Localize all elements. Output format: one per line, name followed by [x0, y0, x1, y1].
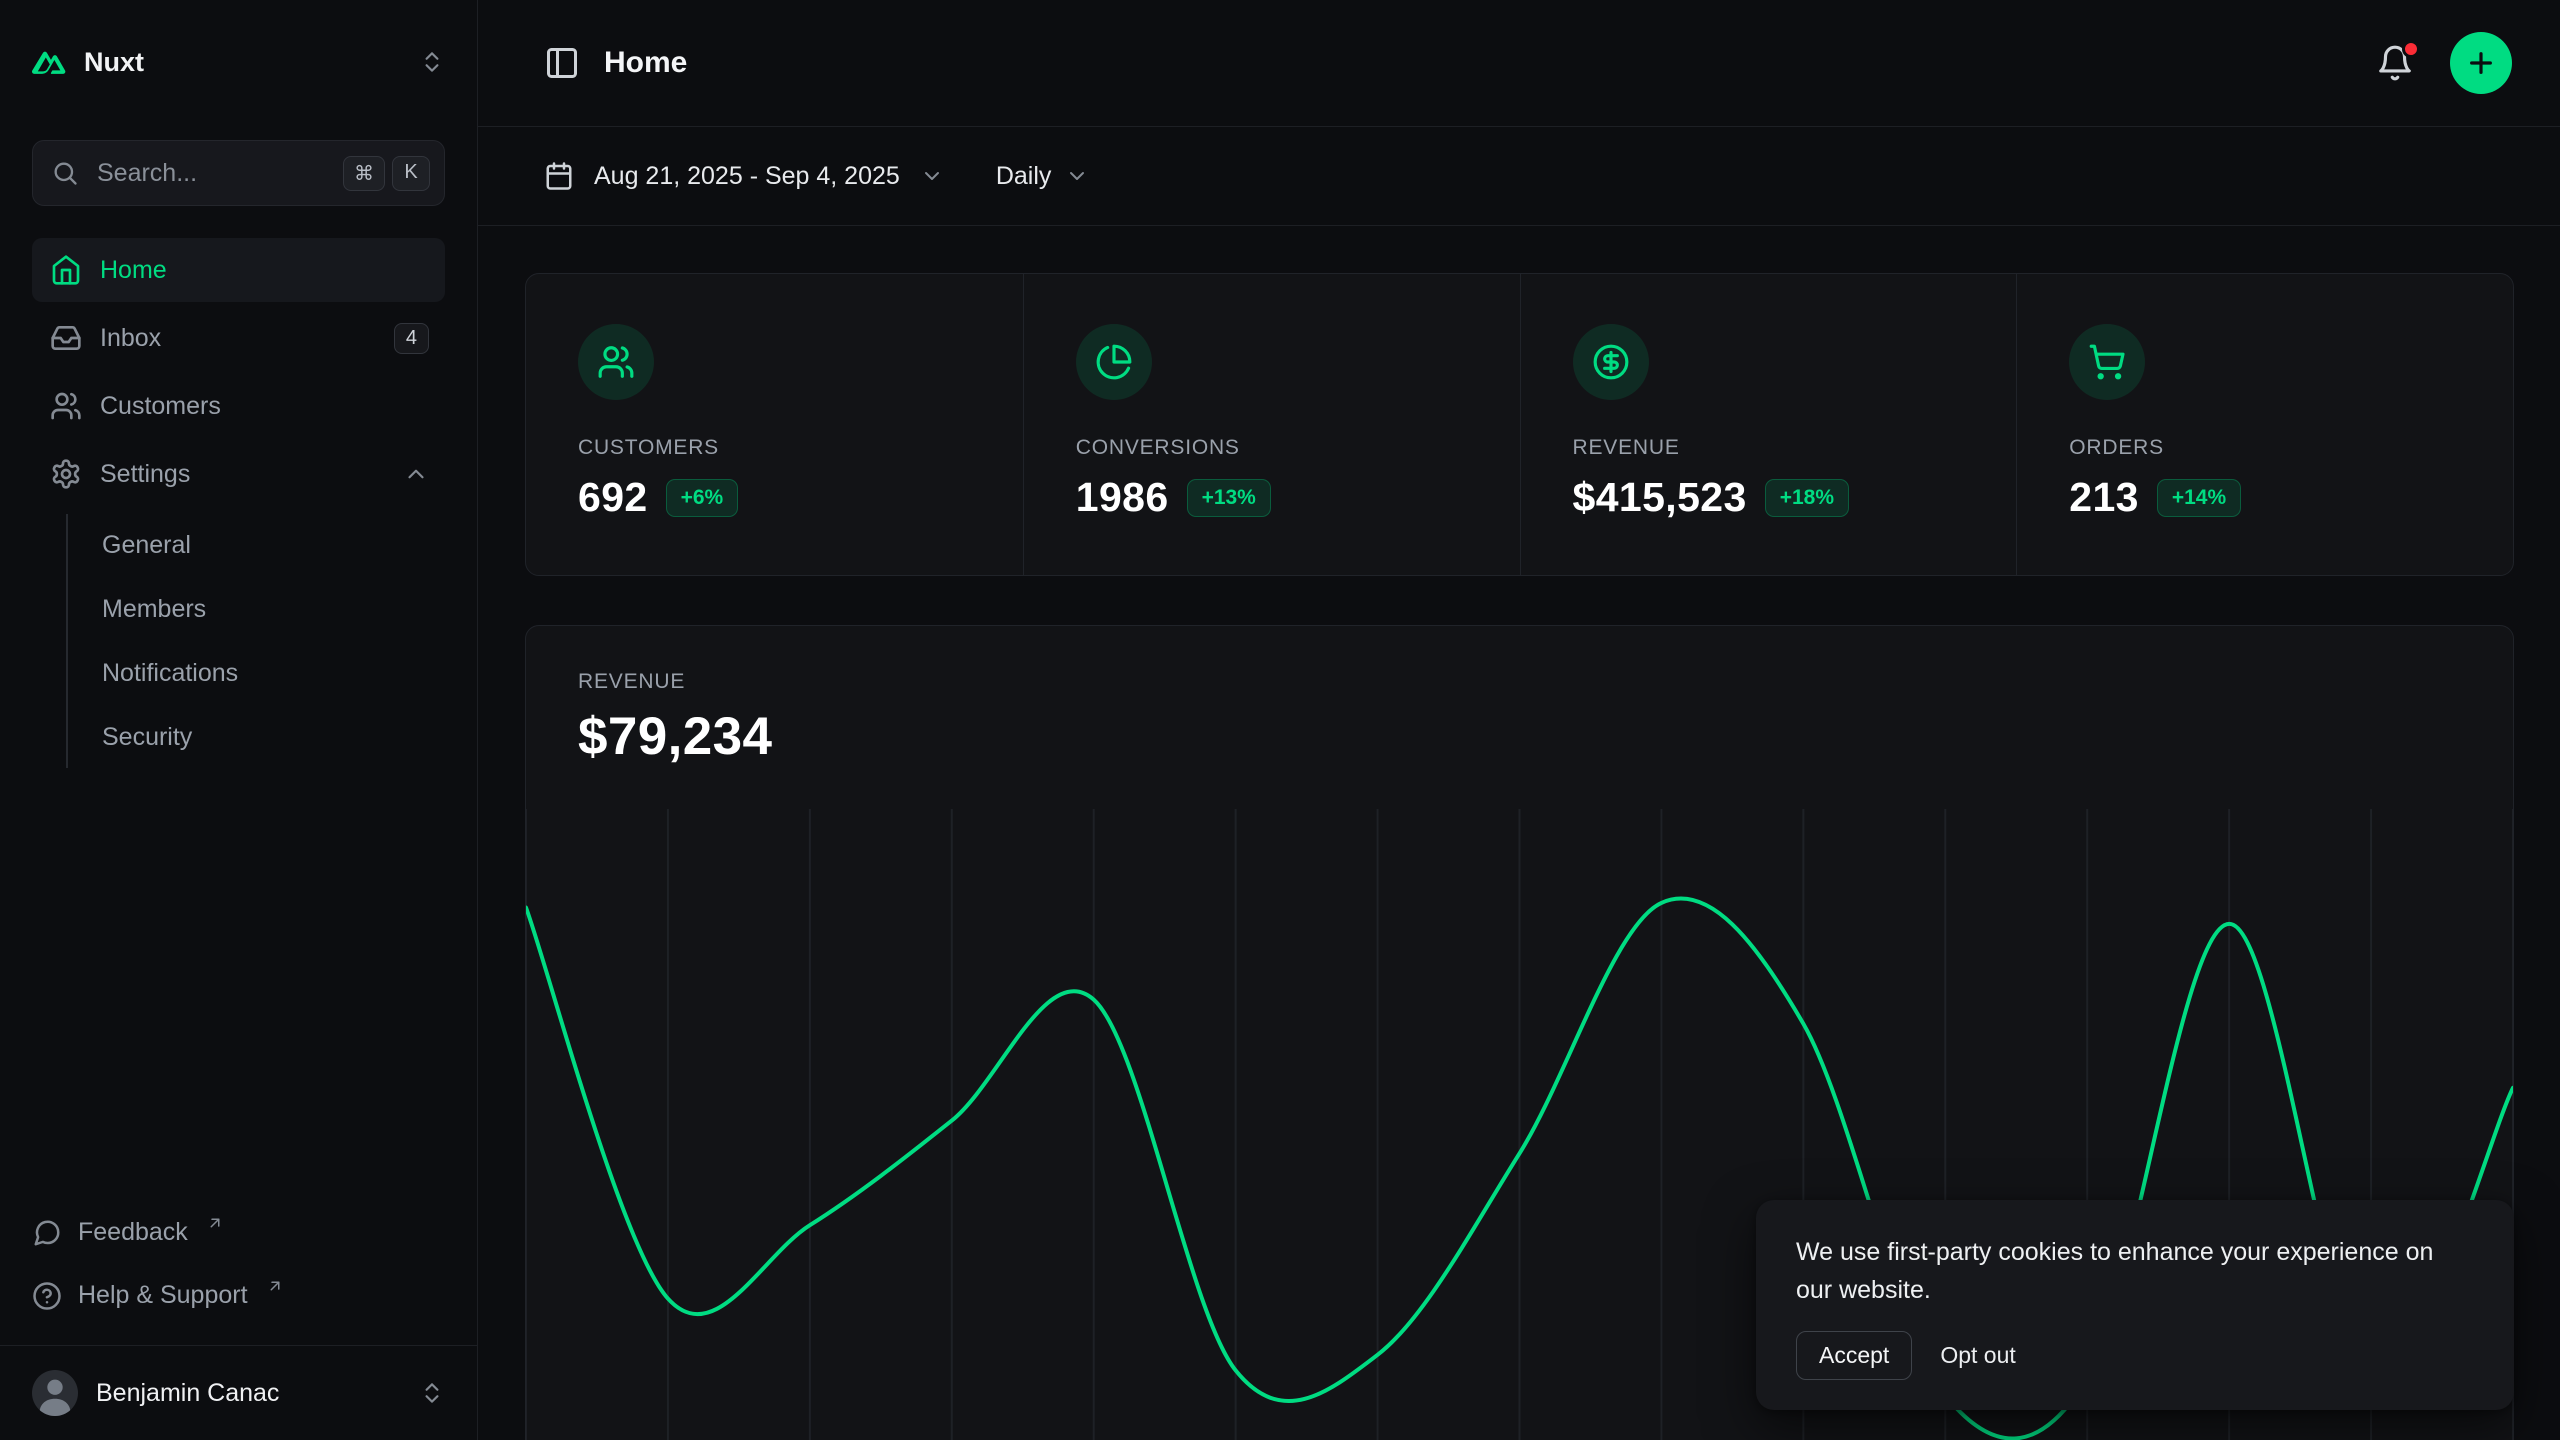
stat-delta-badge: +6% — [666, 479, 739, 517]
stat-value: 213 — [2069, 474, 2139, 521]
user-menu[interactable]: Benjamin Canac — [0, 1345, 477, 1440]
date-range-value: Aug 21, 2025 - Sep 4, 2025 — [594, 162, 900, 191]
home-icon — [50, 254, 82, 286]
sidebar-item-general[interactable]: General — [94, 514, 445, 576]
settings-submenu: General Members Notifications Security — [66, 514, 445, 768]
sidebar-top: Nuxt Search... ⌘ K Home — [0, 0, 477, 774]
help-circle-icon — [32, 1281, 62, 1311]
revenue-chart-value: $79,234 — [578, 706, 2513, 767]
sidebar-item-inbox[interactable]: Inbox 4 — [32, 306, 445, 370]
chevrons-up-down-icon — [419, 49, 445, 75]
external-link-icon — [266, 1277, 284, 1295]
date-range-picker[interactable]: Aug 21, 2025 - Sep 4, 2025 — [544, 161, 944, 191]
sidebar-nav: Home Inbox 4 Customers — [32, 238, 445, 774]
help-support-link[interactable]: Help & Support — [32, 1264, 445, 1327]
user-name: Benjamin Canac — [96, 1379, 279, 1408]
sidebar-item-home[interactable]: Home — [32, 238, 445, 302]
granularity-value: Daily — [996, 162, 1052, 191]
chevrons-up-down-icon — [419, 1380, 445, 1406]
stat-revenue[interactable]: REVENUE $415,523 +18% — [1520, 274, 2017, 575]
users-icon — [50, 390, 82, 422]
cookie-message: We use first-party cookies to enhance yo… — [1796, 1234, 2474, 1309]
person-silhouette-icon — [32, 1370, 78, 1416]
message-circle-icon — [32, 1218, 62, 1248]
gear-icon — [50, 458, 82, 490]
sidebar-item-label: Customers — [100, 392, 221, 421]
kbd-cmd: ⌘ — [343, 156, 385, 191]
stat-value: $415,523 — [1573, 474, 1747, 521]
stat-label: REVENUE — [1573, 436, 1997, 460]
granularity-select[interactable]: Daily — [996, 162, 1090, 191]
feedback-label: Feedback — [78, 1218, 188, 1247]
filters-toolbar: Aug 21, 2025 - Sep 4, 2025 Daily — [478, 127, 2560, 226]
stat-label: CUSTOMERS — [578, 436, 1003, 460]
sidebar-item-label: Home — [100, 256, 167, 285]
sidebar-bottom: Feedback Help & Support — [0, 1201, 477, 1440]
chevron-down-icon — [920, 164, 944, 188]
cookie-optout-button[interactable]: Opt out — [1936, 1332, 2019, 1379]
search-placeholder: Search... — [97, 159, 197, 188]
stat-orders[interactable]: ORDERS 213 +14% — [2016, 274, 2513, 575]
team-name: Nuxt — [84, 47, 144, 78]
chevron-up-icon — [403, 461, 429, 487]
search-input[interactable]: Search... ⌘ K — [32, 140, 445, 206]
stat-conversions[interactable]: CONVERSIONS 1986 +13% — [1023, 274, 1520, 575]
stat-customers[interactable]: CUSTOMERS 692 +6% — [526, 274, 1023, 575]
sidebar-item-members[interactable]: Members — [94, 578, 445, 640]
stat-delta-badge: +18% — [1765, 479, 1849, 517]
team-switcher[interactable]: Nuxt — [32, 34, 445, 90]
inbox-icon — [50, 322, 82, 354]
kbd-k: K — [392, 156, 430, 191]
feedback-link[interactable]: Feedback — [32, 1201, 445, 1264]
cookie-banner: We use first-party cookies to enhance yo… — [1756, 1200, 2514, 1410]
users-icon — [578, 324, 654, 400]
stat-delta-badge: +13% — [1187, 479, 1271, 517]
stat-label: ORDERS — [2069, 436, 2493, 460]
external-link-icon — [206, 1214, 224, 1232]
stat-delta-badge: +14% — [2157, 479, 2241, 517]
stats-card-group: CUSTOMERS 692 +6% CONVERSIONS 1986 +13% — [525, 273, 2514, 576]
help-support-label: Help & Support — [78, 1281, 248, 1310]
search-icon — [51, 159, 79, 187]
sidebar-item-label: Settings — [100, 460, 190, 489]
cart-icon — [2069, 324, 2145, 400]
sidebar-item-security[interactable]: Security — [94, 706, 445, 768]
page-header: Home — [478, 0, 2560, 127]
notification-dot — [2402, 40, 2420, 58]
inbox-count-badge: 4 — [394, 323, 429, 354]
avatar — [32, 1370, 78, 1416]
calendar-icon — [544, 161, 574, 191]
add-button[interactable] — [2450, 32, 2512, 94]
stat-value: 692 — [578, 474, 648, 521]
search-shortcut: ⌘ K — [343, 156, 430, 191]
circle-dollar-icon — [1573, 324, 1649, 400]
chevron-down-icon — [1065, 164, 1089, 188]
panel-left-icon[interactable] — [544, 45, 580, 81]
pie-chart-icon — [1076, 324, 1152, 400]
page-title: Home — [604, 46, 687, 80]
revenue-chart-label: REVENUE — [578, 670, 2513, 694]
sidebar-item-label: Inbox — [100, 324, 161, 353]
sidebar: Nuxt Search... ⌘ K Home — [0, 0, 478, 1440]
plus-icon — [2465, 47, 2497, 79]
notifications-button[interactable] — [2372, 40, 2418, 86]
stat-value: 1986 — [1076, 474, 1169, 521]
nuxt-logo-icon — [32, 50, 66, 75]
sidebar-item-settings[interactable]: Settings — [32, 442, 445, 506]
cookie-accept-button[interactable]: Accept — [1796, 1331, 1912, 1380]
sidebar-item-notifications[interactable]: Notifications — [94, 642, 445, 704]
sidebar-item-customers[interactable]: Customers — [32, 374, 445, 438]
stat-label: CONVERSIONS — [1076, 436, 1500, 460]
